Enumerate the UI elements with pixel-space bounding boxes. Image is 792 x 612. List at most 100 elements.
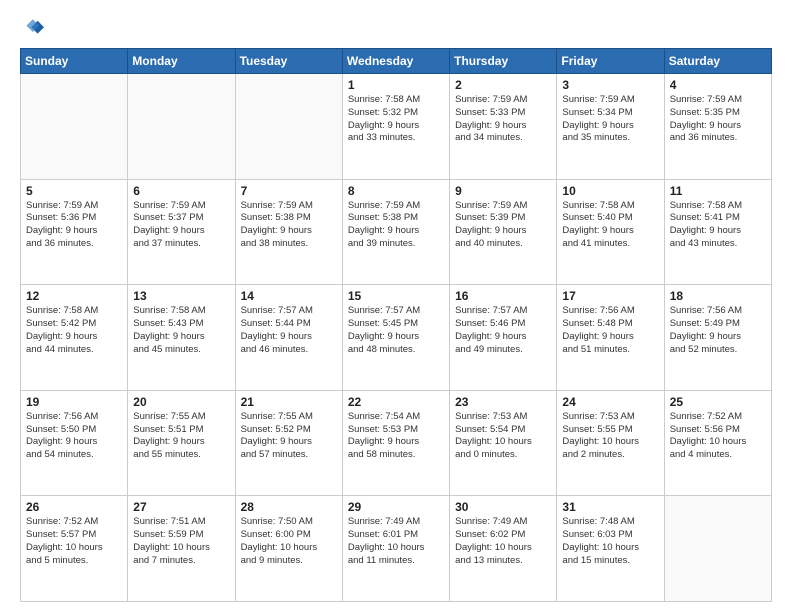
logo <box>20 16 48 40</box>
calendar-cell: 30 Sunrise: 7:49 AM Sunset: 6:02 PM Dayli… <box>450 496 557 602</box>
calendar-cell: 1 Sunrise: 7:58 AM Sunset: 5:32 PM Daylig… <box>342 74 449 180</box>
day-number: 10 <box>562 184 658 198</box>
cell-text: Sunrise: 7:49 AM Sunset: 6:01 PM Dayligh… <box>348 516 444 567</box>
cell-text: Sunrise: 7:53 AM Sunset: 5:54 PM Dayligh… <box>455 411 551 462</box>
calendar-cell: 19Sunrise: 7:56 AM Sunset: 5:50 PM Dayli… <box>21 390 128 496</box>
day-header-tuesday: Tuesday <box>235 49 342 74</box>
cell-text: Sunrise: 7:57 AM Sunset: 5:44 PM Dayligh… <box>241 305 337 356</box>
day-number: 31 <box>562 500 658 514</box>
calendar-cell: 20 Sunrise: 7:55 AM Sunset: 5:51 PM Dayli… <box>128 390 235 496</box>
cell-text: Sunrise: 7:52 AM Sunset: 5:56 PM Dayligh… <box>670 411 766 462</box>
calendar-cell <box>128 74 235 180</box>
cell-text: Sunrise: 7:57 AM Sunset: 5:46 PM Dayligh… <box>455 305 551 356</box>
calendar-cell: 8 Sunrise: 7:59 AM Sunset: 5:38 PM Daylig… <box>342 179 449 285</box>
day-header-sunday: Sunday <box>21 49 128 74</box>
day-header-saturday: Saturday <box>664 49 771 74</box>
cell-text: Sunrise: 7:56 AM Sunset: 5:48 PM Dayligh… <box>562 305 658 356</box>
cell-text: Sunrise: 7:58 AM Sunset: 5:42 PM Dayligh… <box>26 305 122 356</box>
day-number: 20 <box>133 395 229 409</box>
cell-text: Sunrise: 7:51 AM Sunset: 5:59 PM Dayligh… <box>133 516 229 567</box>
cell-text: Sunrise: 7:59 AM Sunset: 5:35 PM Dayligh… <box>670 94 766 145</box>
calendar: SundayMondayTuesdayWednesdayThursdayFrid… <box>20 48 772 602</box>
calendar-cell: 4 Sunrise: 7:59 AM Sunset: 5:35 PM Daylig… <box>664 74 771 180</box>
cell-text: Sunrise: 7:52 AM Sunset: 5:57 PM Dayligh… <box>26 516 122 567</box>
calendar-cell: 3 Sunrise: 7:59 AM Sunset: 5:34 PM Daylig… <box>557 74 664 180</box>
calendar-cell: 18Sunrise: 7:56 AM Sunset: 5:49 PM Dayli… <box>664 285 771 391</box>
day-header-wednesday: Wednesday <box>342 49 449 74</box>
calendar-header-row: SundayMondayTuesdayWednesdayThursdayFrid… <box>21 49 772 74</box>
day-number: 11 <box>670 184 766 198</box>
calendar-cell <box>664 496 771 602</box>
day-number: 14 <box>241 289 337 303</box>
calendar-cell: 21Sunrise: 7:55 AM Sunset: 5:52 PM Dayli… <box>235 390 342 496</box>
header <box>20 16 772 40</box>
calendar-cell: 5 Sunrise: 7:59 AM Sunset: 5:36 PM Daylig… <box>21 179 128 285</box>
week-row-2: 5 Sunrise: 7:59 AM Sunset: 5:36 PM Daylig… <box>21 179 772 285</box>
day-header-friday: Friday <box>557 49 664 74</box>
cell-text: Sunrise: 7:56 AM Sunset: 5:50 PM Dayligh… <box>26 411 122 462</box>
cell-text: Sunrise: 7:57 AM Sunset: 5:45 PM Dayligh… <box>348 305 444 356</box>
calendar-cell: 12 Sunrise: 7:58 AM Sunset: 5:42 PM Dayli… <box>21 285 128 391</box>
day-number: 30 <box>455 500 551 514</box>
cell-text: Sunrise: 7:54 AM Sunset: 5:53 PM Dayligh… <box>348 411 444 462</box>
day-number: 17 <box>562 289 658 303</box>
day-number: 13 <box>133 289 229 303</box>
cell-text: Sunrise: 7:59 AM Sunset: 5:36 PM Dayligh… <box>26 200 122 251</box>
cell-text: Sunrise: 7:59 AM Sunset: 5:33 PM Dayligh… <box>455 94 551 145</box>
calendar-cell: 9 Sunrise: 7:59 AM Sunset: 5:39 PM Daylig… <box>450 179 557 285</box>
calendar-cell: 11 Sunrise: 7:58 AM Sunset: 5:41 PM Dayli… <box>664 179 771 285</box>
day-number: 23 <box>455 395 551 409</box>
week-row-3: 12 Sunrise: 7:58 AM Sunset: 5:42 PM Dayli… <box>21 285 772 391</box>
day-number: 25 <box>670 395 766 409</box>
calendar-cell: 31 Sunrise: 7:48 AM Sunset: 6:03 PM Dayli… <box>557 496 664 602</box>
day-number: 1 <box>348 78 444 92</box>
day-number: 12 <box>26 289 122 303</box>
calendar-cell: 10 Sunrise: 7:58 AM Sunset: 5:40 PM Dayli… <box>557 179 664 285</box>
day-number: 6 <box>133 184 229 198</box>
calendar-cell: 26 Sunrise: 7:52 AM Sunset: 5:57 PM Dayli… <box>21 496 128 602</box>
day-number: 7 <box>241 184 337 198</box>
cell-text: Sunrise: 7:59 AM Sunset: 5:37 PM Dayligh… <box>133 200 229 251</box>
calendar-cell: 7 Sunrise: 7:59 AM Sunset: 5:38 PM Daylig… <box>235 179 342 285</box>
day-number: 8 <box>348 184 444 198</box>
day-number: 9 <box>455 184 551 198</box>
cell-text: Sunrise: 7:59 AM Sunset: 5:39 PM Dayligh… <box>455 200 551 251</box>
week-row-4: 19Sunrise: 7:56 AM Sunset: 5:50 PM Dayli… <box>21 390 772 496</box>
cell-text: Sunrise: 7:59 AM Sunset: 5:34 PM Dayligh… <box>562 94 658 145</box>
cell-text: Sunrise: 7:58 AM Sunset: 5:32 PM Dayligh… <box>348 94 444 145</box>
day-number: 22 <box>348 395 444 409</box>
calendar-cell: 22 Sunrise: 7:54 AM Sunset: 5:53 PM Dayli… <box>342 390 449 496</box>
day-number: 29 <box>348 500 444 514</box>
calendar-cell: 24Sunrise: 7:53 AM Sunset: 5:55 PM Dayli… <box>557 390 664 496</box>
calendar-cell: 17 Sunrise: 7:56 AM Sunset: 5:48 PM Dayli… <box>557 285 664 391</box>
cell-text: Sunrise: 7:49 AM Sunset: 6:02 PM Dayligh… <box>455 516 551 567</box>
day-number: 5 <box>26 184 122 198</box>
calendar-cell: 28Sunrise: 7:50 AM Sunset: 6:00 PM Dayli… <box>235 496 342 602</box>
day-header-monday: Monday <box>128 49 235 74</box>
day-number: 21 <box>241 395 337 409</box>
page: SundayMondayTuesdayWednesdayThursdayFrid… <box>0 0 792 612</box>
logo-icon <box>20 16 44 40</box>
calendar-cell: 27Sunrise: 7:51 AM Sunset: 5:59 PM Dayli… <box>128 496 235 602</box>
calendar-cell: 16 Sunrise: 7:57 AM Sunset: 5:46 PM Dayli… <box>450 285 557 391</box>
day-number: 16 <box>455 289 551 303</box>
calendar-cell: 23 Sunrise: 7:53 AM Sunset: 5:54 PM Dayli… <box>450 390 557 496</box>
day-number: 3 <box>562 78 658 92</box>
day-header-thursday: Thursday <box>450 49 557 74</box>
day-number: 15 <box>348 289 444 303</box>
cell-text: Sunrise: 7:59 AM Sunset: 5:38 PM Dayligh… <box>348 200 444 251</box>
cell-text: Sunrise: 7:59 AM Sunset: 5:38 PM Dayligh… <box>241 200 337 251</box>
calendar-cell: 25 Sunrise: 7:52 AM Sunset: 5:56 PM Dayli… <box>664 390 771 496</box>
cell-text: Sunrise: 7:58 AM Sunset: 5:41 PM Dayligh… <box>670 200 766 251</box>
week-row-1: 1 Sunrise: 7:58 AM Sunset: 5:32 PM Daylig… <box>21 74 772 180</box>
week-row-5: 26 Sunrise: 7:52 AM Sunset: 5:57 PM Dayli… <box>21 496 772 602</box>
day-number: 26 <box>26 500 122 514</box>
calendar-cell: 6 Sunrise: 7:59 AM Sunset: 5:37 PM Daylig… <box>128 179 235 285</box>
calendar-cell <box>235 74 342 180</box>
cell-text: Sunrise: 7:48 AM Sunset: 6:03 PM Dayligh… <box>562 516 658 567</box>
cell-text: Sunrise: 7:55 AM Sunset: 5:51 PM Dayligh… <box>133 411 229 462</box>
calendar-cell: 2Sunrise: 7:59 AM Sunset: 5:33 PM Daylig… <box>450 74 557 180</box>
cell-text: Sunrise: 7:58 AM Sunset: 5:40 PM Dayligh… <box>562 200 658 251</box>
cell-text: Sunrise: 7:50 AM Sunset: 6:00 PM Dayligh… <box>241 516 337 567</box>
day-number: 4 <box>670 78 766 92</box>
